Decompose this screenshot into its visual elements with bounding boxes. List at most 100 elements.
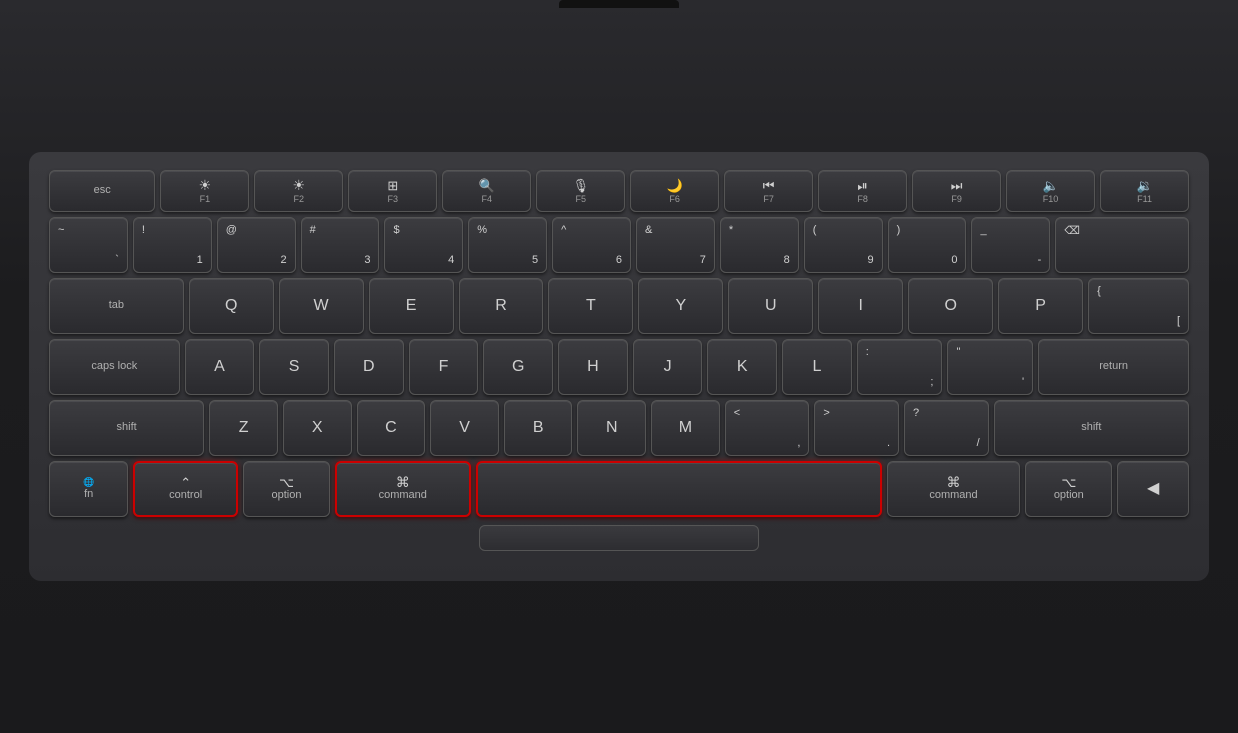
key-command-left[interactable]: ⌘ command bbox=[335, 461, 471, 517]
key-w[interactable]: W bbox=[279, 278, 364, 334]
key-quote[interactable]: " ' bbox=[947, 339, 1033, 395]
key-backtick[interactable]: ~ ` bbox=[49, 217, 128, 273]
key-f1[interactable]: ☀ F1 bbox=[160, 170, 249, 212]
k0-top: ) bbox=[897, 224, 901, 236]
key-h[interactable]: H bbox=[558, 339, 628, 395]
f2-icon: ☀ bbox=[293, 178, 306, 192]
key-spacebar[interactable] bbox=[476, 461, 882, 517]
key-s[interactable]: S bbox=[259, 339, 329, 395]
key-f4[interactable]: 🔍 F4 bbox=[442, 170, 531, 212]
key-8[interactable]: * 8 bbox=[720, 217, 799, 273]
key-z[interactable]: Z bbox=[209, 400, 278, 456]
key-tab[interactable]: tab bbox=[49, 278, 184, 334]
key-semicolon[interactable]: : ; bbox=[857, 339, 943, 395]
key-o[interactable]: O bbox=[908, 278, 993, 334]
key-0[interactable]: ) 0 bbox=[888, 217, 967, 273]
key-option-right[interactable]: ⌥ option bbox=[1025, 461, 1112, 517]
option-left-icon: ⌥ bbox=[279, 476, 294, 489]
key-5[interactable]: % 5 bbox=[468, 217, 547, 273]
key-a[interactable]: A bbox=[185, 339, 255, 395]
key-9[interactable]: ( 9 bbox=[804, 217, 883, 273]
number-row: ~ ` ! 1 @ 2 # 3 $ 4 % 5 bbox=[49, 217, 1189, 273]
key-comma[interactable]: < , bbox=[725, 400, 810, 456]
f8-icon: ⏯ bbox=[857, 179, 867, 192]
key-b[interactable]: B bbox=[504, 400, 573, 456]
key-arrow-left[interactable]: ◀ bbox=[1117, 461, 1189, 517]
key-t[interactable]: T bbox=[548, 278, 633, 334]
key-f6[interactable]: 🌙 F6 bbox=[630, 170, 719, 212]
laptop-frame: esc ☀ F1 ☀ F2 ⊞ F3 🔍 F4 🎙 F5 bbox=[0, 0, 1238, 733]
key-1[interactable]: ! 1 bbox=[133, 217, 212, 273]
key-p[interactable]: P bbox=[998, 278, 1083, 334]
key-x[interactable]: X bbox=[283, 400, 352, 456]
bottom-row: 🌐 fn ⌃ control ⌥ option ⌘ command ⌘ comm… bbox=[49, 461, 1189, 517]
key-3[interactable]: # 3 bbox=[301, 217, 380, 273]
key-k[interactable]: K bbox=[707, 339, 777, 395]
command-left-icon: ⌘ bbox=[396, 475, 410, 489]
f3-icon: ⊞ bbox=[387, 179, 398, 192]
key-i[interactable]: I bbox=[818, 278, 903, 334]
caps-label: caps lock bbox=[91, 360, 137, 373]
arrow-left-icon: ◀ bbox=[1147, 481, 1159, 497]
key-fn[interactable]: 🌐 fn bbox=[49, 461, 128, 517]
key-shift-right[interactable]: shift bbox=[994, 400, 1189, 456]
key-7[interactable]: & 7 bbox=[636, 217, 715, 273]
k0-bottom: 0 bbox=[951, 254, 957, 266]
key-d[interactable]: D bbox=[334, 339, 404, 395]
control-icon: ⌃ bbox=[180, 476, 191, 489]
key-f9[interactable]: ⏭ F9 bbox=[912, 170, 1001, 212]
key-q[interactable]: Q bbox=[189, 278, 274, 334]
f1-sub: F1 bbox=[200, 194, 211, 204]
k1-top: ! bbox=[142, 224, 145, 236]
key-bracket-open[interactable]: { [ bbox=[1088, 278, 1189, 334]
f2-sub: F2 bbox=[294, 194, 305, 204]
key-period[interactable]: > . bbox=[814, 400, 899, 456]
qwerty-row: tab Q W E R T Y U I O P { [ bbox=[49, 278, 1189, 334]
key-command-right[interactable]: ⌘ command bbox=[887, 461, 1021, 517]
key-2[interactable]: @ 2 bbox=[217, 217, 296, 273]
key-minus[interactable]: _ - bbox=[971, 217, 1050, 273]
f3-sub: F3 bbox=[388, 194, 399, 204]
fn-row: esc ☀ F1 ☀ F2 ⊞ F3 🔍 F4 🎙 F5 bbox=[49, 170, 1189, 212]
key-j[interactable]: J bbox=[633, 339, 703, 395]
key-slash[interactable]: ? / bbox=[904, 400, 989, 456]
key-f2[interactable]: ☀ F2 bbox=[254, 170, 343, 212]
key-f7[interactable]: ⏮ F7 bbox=[724, 170, 813, 212]
key-n[interactable]: N bbox=[577, 400, 646, 456]
key-l[interactable]: L bbox=[782, 339, 852, 395]
key-r[interactable]: R bbox=[459, 278, 544, 334]
key-4[interactable]: $ 4 bbox=[384, 217, 463, 273]
k8-bottom: 8 bbox=[784, 254, 790, 266]
key-f[interactable]: F bbox=[409, 339, 479, 395]
key-y[interactable]: Y bbox=[638, 278, 723, 334]
key-u[interactable]: U bbox=[728, 278, 813, 334]
trackpad[interactable] bbox=[479, 525, 759, 551]
minus-top: _ bbox=[980, 224, 986, 236]
k2-bottom: 2 bbox=[280, 254, 286, 266]
key-f8[interactable]: ⏯ F8 bbox=[818, 170, 907, 212]
option-right-icon: ⌥ bbox=[1061, 476, 1076, 489]
key-f10[interactable]: 🔈 F10 bbox=[1006, 170, 1095, 212]
key-caps-lock[interactable]: caps lock bbox=[49, 339, 180, 395]
key-e[interactable]: E bbox=[369, 278, 454, 334]
key-shift-left[interactable]: shift bbox=[49, 400, 204, 456]
key-return[interactable]: return bbox=[1038, 339, 1189, 395]
command-left-label: command bbox=[379, 489, 427, 502]
key-esc[interactable]: esc bbox=[49, 170, 155, 212]
key-g[interactable]: G bbox=[483, 339, 553, 395]
key-m[interactable]: M bbox=[651, 400, 720, 456]
keyboard: esc ☀ F1 ☀ F2 ⊞ F3 🔍 F4 🎙 F5 bbox=[29, 152, 1209, 581]
key-backspace[interactable]: ⌫ bbox=[1055, 217, 1189, 273]
key-f3[interactable]: ⊞ F3 bbox=[348, 170, 437, 212]
f4-icon: 🔍 bbox=[479, 179, 495, 192]
key-c[interactable]: C bbox=[357, 400, 426, 456]
key-control[interactable]: ⌃ control bbox=[133, 461, 238, 517]
key-f5[interactable]: 🎙 F5 bbox=[536, 170, 625, 212]
notch bbox=[559, 0, 679, 8]
key-v[interactable]: V bbox=[430, 400, 499, 456]
f4-sub: F4 bbox=[481, 194, 492, 204]
key-option-left[interactable]: ⌥ option bbox=[243, 461, 330, 517]
key-f11[interactable]: 🔉 F11 bbox=[1100, 170, 1189, 212]
key-6[interactable]: ^ 6 bbox=[552, 217, 631, 273]
k6-bottom: 6 bbox=[616, 254, 622, 266]
